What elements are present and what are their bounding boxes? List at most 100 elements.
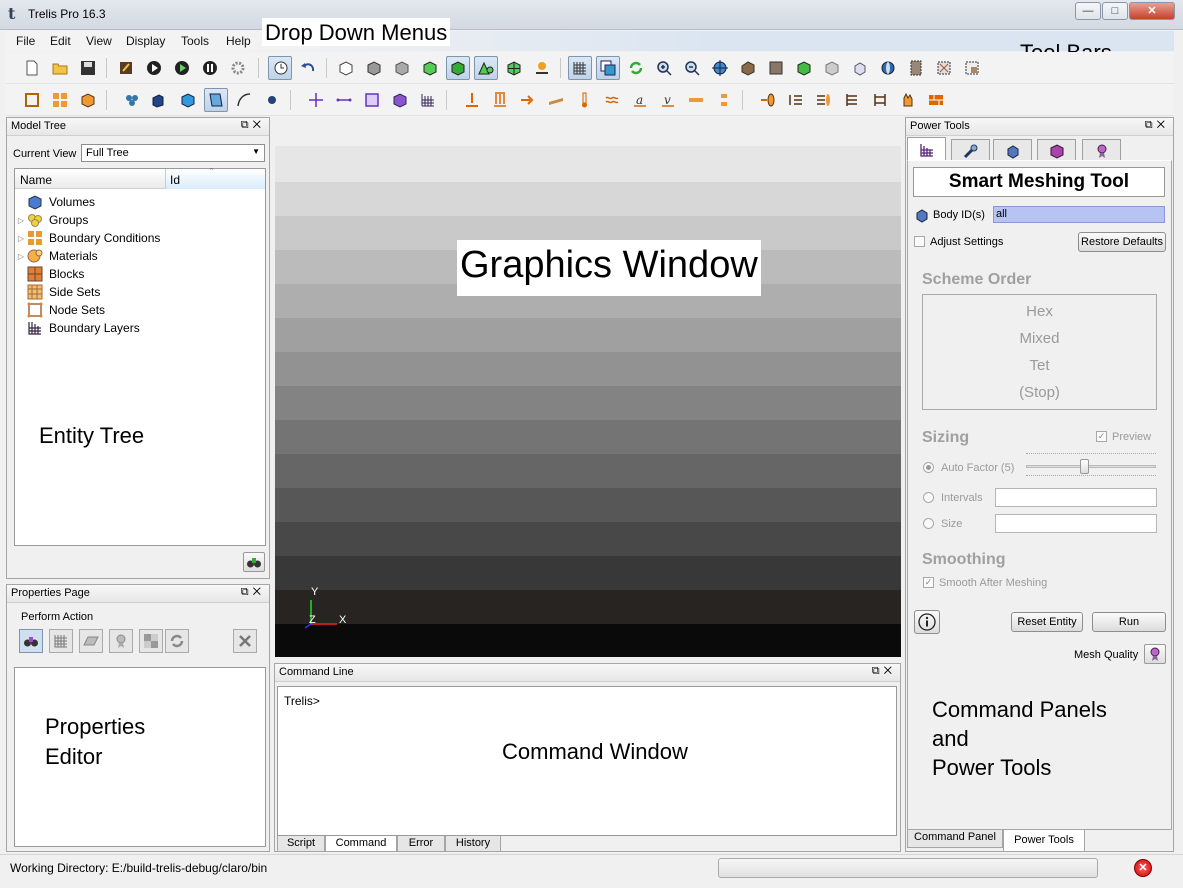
hidden-line-view-button[interactable] [362,56,386,80]
undo-history-button[interactable] [268,56,292,80]
tree-item-materials[interactable]: ▷ Materials [15,247,98,265]
float-icon[interactable]: ⧉ [241,119,253,131]
tree-item-side-sets[interactable]: Side Sets [15,283,100,301]
auto-factor-slider[interactable] [1026,453,1156,479]
displacement-bc-button[interactable] [460,88,484,112]
grid-view-button[interactable] [568,56,592,80]
curve-tool-button[interactable] [232,88,256,112]
close-window-button[interactable]: ✕ [1129,2,1175,20]
select-vertex-button[interactable] [530,56,554,80]
tab-error[interactable]: Error [397,836,445,852]
graphics-window[interactable]: Graphics Window Y X Z [275,146,901,657]
mesh-quality-button[interactable] [1144,644,1166,664]
select-body-button[interactable] [446,56,470,80]
zoom-fit-button[interactable] [708,56,732,80]
tab-power-tools[interactable]: Power Tools [1003,830,1085,852]
refresh-button[interactable] [624,56,648,80]
scheme-order-list[interactable]: Hex Mixed Tet (Stop) [922,294,1157,410]
tree-item-blocks[interactable]: Blocks [15,265,84,283]
expand-arrow-icon[interactable]: ▷ [15,252,27,261]
menu-view[interactable]: View [86,34,112,48]
volume-tool-button[interactable] [176,88,200,112]
info-button[interactable] [914,610,940,634]
close-icon[interactable]: ✕ [253,586,265,598]
cut-view-button[interactable] [932,56,956,80]
close-icon[interactable]: ✕ [884,665,896,677]
command-window[interactable]: Trelis> Command Window [277,686,897,836]
action-refresh-button[interactable] [165,629,189,653]
action-find-button[interactable] [19,629,43,653]
zoom-out-button[interactable] [680,56,704,80]
close-icon[interactable]: ✕ [1157,119,1169,131]
heat-flux-bc-button[interactable] [684,88,708,112]
slider-thumb[interactable] [1080,459,1089,474]
tree-item-groups[interactable]: ▷ Groups [15,211,88,229]
action-surface-button[interactable] [79,629,103,653]
tree-item-boundary-layers[interactable]: Boundary Layers [15,319,140,337]
column-name[interactable]: Name [20,173,52,187]
wall-bc-button[interactable] [812,88,836,112]
transparency-button[interactable] [876,56,900,80]
run-journal-button[interactable] [170,56,194,80]
float-icon[interactable]: ⧉ [872,665,884,677]
view-front-button[interactable] [820,56,844,80]
undo-button[interactable] [296,56,320,80]
hex-tool-button[interactable] [388,88,412,112]
journal-editor-button[interactable] [114,56,138,80]
body-ids-input[interactable]: all [993,206,1165,223]
run-button[interactable]: Run [1092,612,1166,632]
symmetry-bc-button[interactable] [840,88,864,112]
auto-factor-radio[interactable] [923,462,934,473]
convection-bc-button[interactable] [600,88,624,112]
tab-quality-tools[interactable] [1082,139,1121,161]
tab-body-tools[interactable] [993,139,1032,161]
temperature-bc-button[interactable] [572,88,596,112]
side-sets-tool-button[interactable] [48,88,72,112]
interface-bc-button[interactable] [868,88,892,112]
tree-item-volumes[interactable]: Volumes [15,193,95,211]
restore-defaults-button[interactable]: Restore Defaults [1078,232,1166,252]
adjust-settings-checkbox[interactable] [914,236,925,247]
new-file-button[interactable] [20,56,44,80]
size-input[interactable] [995,514,1157,533]
inlet-bc-button[interactable] [756,88,780,112]
intervals-input[interactable] [995,488,1157,507]
float-icon[interactable]: ⧉ [241,586,253,598]
face-tool-button[interactable] [360,88,384,112]
tab-script[interactable]: Script [277,836,325,852]
maximize-button[interactable]: □ [1102,2,1128,20]
node-sets-tool-button[interactable] [20,88,44,112]
window-view-button[interactable] [596,56,620,80]
smooth-after-meshing-checkbox[interactable]: ✓ [923,577,934,588]
view-box-button[interactable] [736,56,760,80]
tab-geometry-tools[interactable] [951,139,990,161]
menu-tools[interactable]: Tools [181,34,209,48]
tree-item-node-sets[interactable]: Node Sets [15,301,105,319]
save-button[interactable] [76,56,100,80]
clip-plane-button[interactable] [904,56,928,80]
material-tool-button[interactable] [896,88,920,112]
view-top-button[interactable] [764,56,788,80]
size-radio[interactable] [923,518,934,529]
action-quality-button[interactable] [109,629,133,653]
action-pattern-button[interactable] [139,629,163,653]
menu-edit[interactable]: Edit [50,34,71,48]
play-journal-button[interactable] [142,56,166,80]
action-delete-button[interactable] [233,629,257,653]
settings-button[interactable] [226,56,250,80]
menu-display[interactable]: Display [126,34,165,48]
blocks-tool-button[interactable] [76,88,100,112]
preview-checkbox[interactable]: ✓ [1096,431,1107,442]
pause-button[interactable] [198,56,222,80]
intervals-radio[interactable] [923,492,934,503]
find-button[interactable] [243,552,265,572]
float-icon[interactable]: ⧉ [1145,119,1157,131]
tab-command[interactable]: Command [325,836,397,852]
tab-volume-tools[interactable] [1037,139,1076,161]
contact-bc-button[interactable] [544,88,568,112]
select-mesh-button[interactable] [502,56,526,80]
section-view-button[interactable] [960,56,984,80]
boundary-layer-tool-button[interactable] [416,88,440,112]
surface-tool-button[interactable] [204,88,228,112]
expand-arrow-icon[interactable]: ▷ [15,216,27,225]
